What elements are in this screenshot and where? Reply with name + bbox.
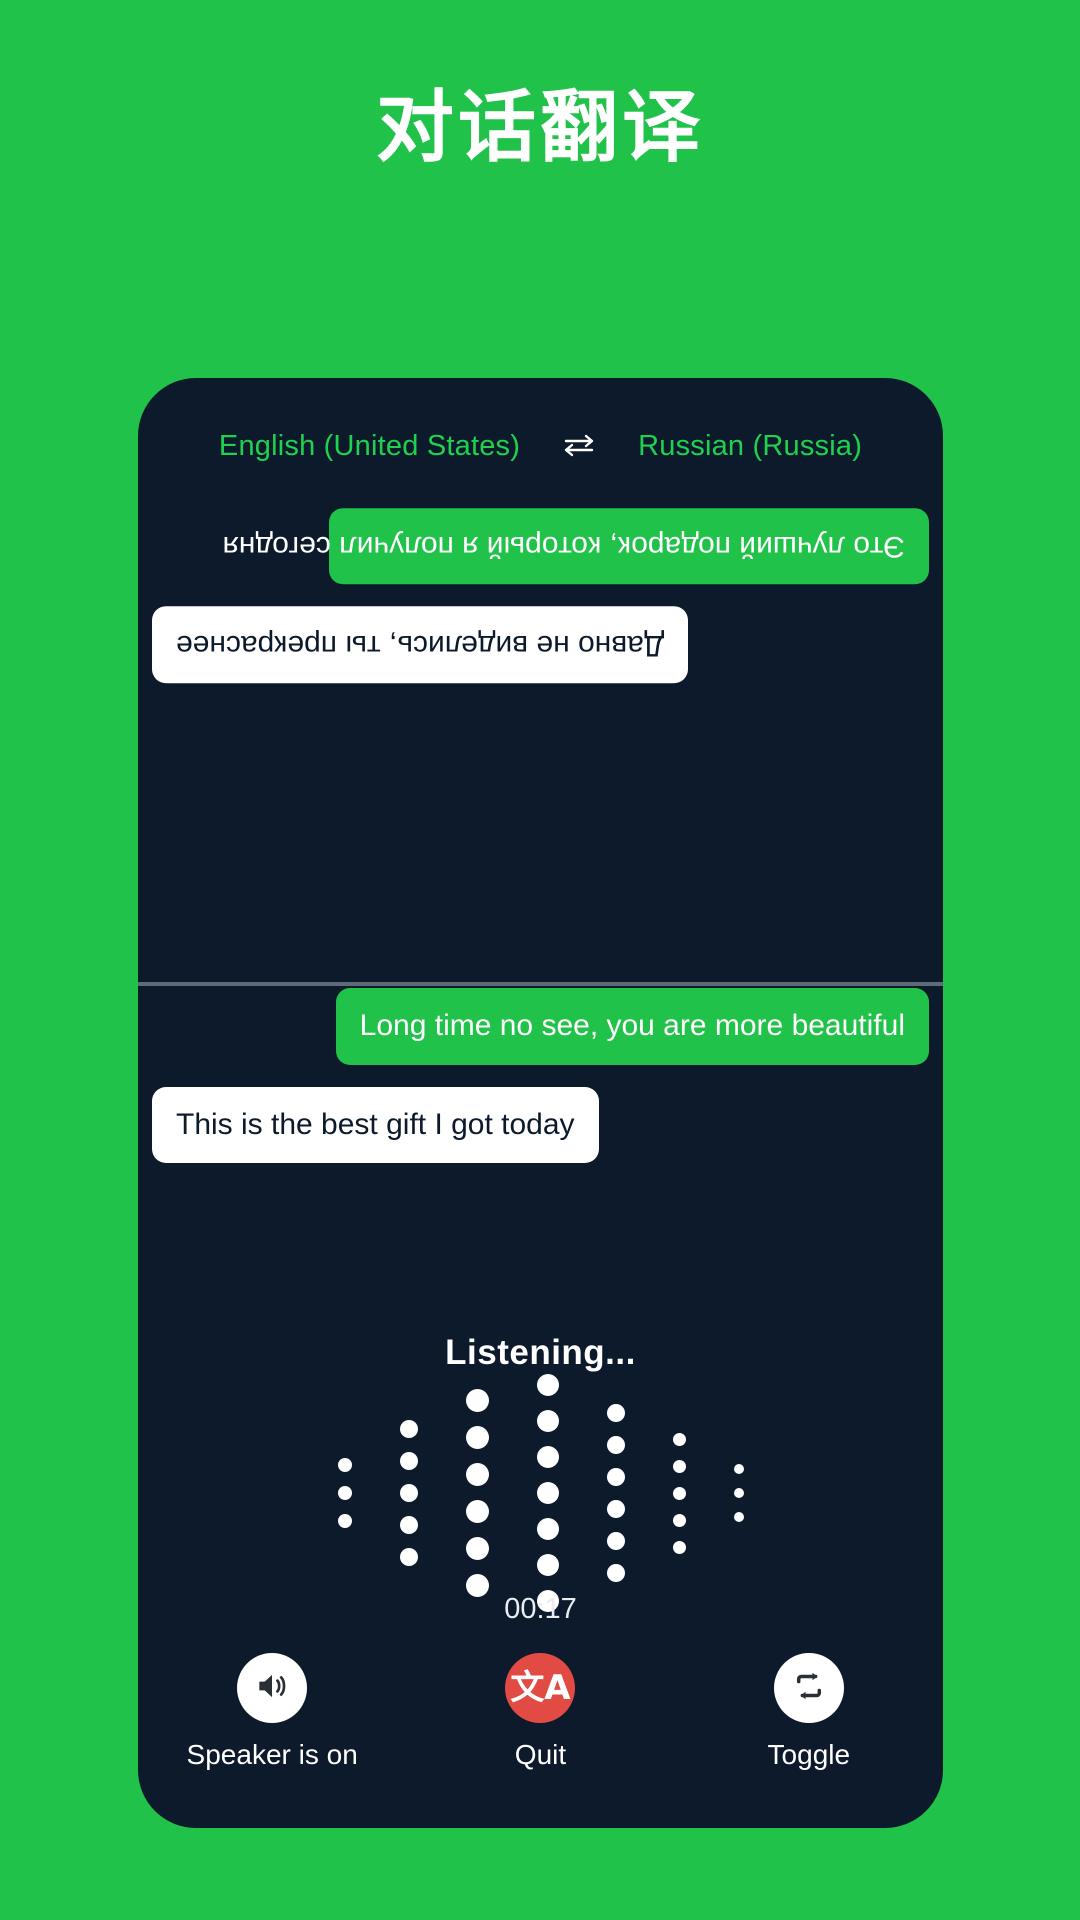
recording-timer: 00:17 — [504, 1593, 577, 1625]
waveform-dot — [337, 1458, 352, 1472]
target-language-selector[interactable]: Russian (Russia) — [638, 430, 862, 463]
local-message-stack: Long time no see, you are more beautiful… — [138, 988, 943, 1164]
waveform-dot — [536, 1482, 559, 1504]
remote-rotation-wrapper: Давно не виделись, ты прекраснее Это луч… — [138, 508, 943, 684]
waveform-dot — [672, 1540, 686, 1554]
message-bubble-local-2[interactable]: This is the best gift I got today — [152, 1086, 599, 1164]
waveform-dot — [672, 1459, 686, 1473]
toggle-button-circle[interactable] — [773, 1653, 844, 1723]
waveform-dot — [536, 1446, 559, 1468]
language-bar: English (United States) Russian (Russia) — [138, 430, 943, 463]
waveform-dot — [399, 1420, 418, 1438]
app-root: 对话翻译 English (United States) Russian (Ru… — [0, 0, 1080, 1920]
quit-button-circle[interactable]: 文A — [505, 1653, 576, 1723]
message-row: Это лучший подарок, который я получил се… — [138, 508, 943, 585]
message-bubble-remote-2[interactable]: Давно не виделись, ты прекраснее — [152, 606, 689, 684]
waveform-dot — [606, 1564, 625, 1582]
remote-conversation-pane: Давно не виделись, ты прекраснее Это луч… — [138, 508, 943, 983]
waveform-dot — [606, 1532, 625, 1550]
waveform-dot — [465, 1463, 489, 1486]
waveform-dot — [399, 1484, 418, 1502]
waveform-dot — [536, 1410, 559, 1432]
waveform-dot — [399, 1452, 418, 1470]
message-row: Long time no see, you are more beautiful — [138, 988, 943, 1065]
waveform-column — [733, 1464, 744, 1522]
waveform-dot — [337, 1514, 352, 1528]
waveform-column — [399, 1420, 418, 1566]
waveform-dot — [399, 1548, 418, 1566]
waveform-column — [536, 1374, 559, 1612]
translate-icon: 文A — [510, 1668, 571, 1708]
waveform-dot — [337, 1486, 352, 1500]
waveform-column — [672, 1432, 686, 1554]
waveform-dot — [606, 1468, 625, 1486]
waveform-dot — [465, 1537, 489, 1560]
local-conversation-pane: Long time no see, you are more beautiful… — [138, 988, 943, 1288]
speaker-button-label: Speaker is on — [186, 1739, 358, 1770]
message-bubble-local-1[interactable]: Long time no see, you are more beautiful — [335, 988, 929, 1065]
listening-status: Listening... — [445, 1333, 636, 1372]
waveform-dot — [606, 1436, 625, 1454]
source-language-selector[interactable]: English (United States) — [219, 430, 520, 463]
remote-message-stack: Давно не виделись, ты прекраснее Это луч… — [138, 508, 943, 684]
waveform-dot — [465, 1426, 489, 1449]
phone-card: English (United States) Russian (Russia)… — [138, 378, 943, 1828]
waveform-dot — [733, 1512, 744, 1522]
waveform-column — [465, 1389, 489, 1597]
speaker-button-circle[interactable] — [237, 1653, 308, 1723]
waveform-dot — [465, 1389, 489, 1412]
quit-button[interactable]: 文A Quit — [420, 1653, 660, 1771]
toggle-button[interactable]: Toggle — [689, 1653, 929, 1771]
waveform-dot — [465, 1500, 489, 1523]
message-row: Давно не виделись, ты прекраснее — [138, 606, 943, 684]
page-title: 对话翻译 — [375, 83, 704, 173]
waveform-dot — [536, 1518, 559, 1540]
toggle-button-label: Toggle — [767, 1739, 851, 1770]
waveform-dot — [536, 1374, 559, 1396]
pane-divider — [138, 982, 943, 986]
waveform-dot — [672, 1432, 686, 1446]
speaker-on-icon — [253, 1667, 291, 1710]
waveform-dot — [733, 1464, 744, 1474]
repeat-swap-icon — [790, 1667, 828, 1710]
waveform-dot — [672, 1486, 686, 1500]
swap-horizontal-icon[interactable] — [562, 433, 596, 457]
waveform-dot — [606, 1404, 625, 1422]
message-bubble-remote-1[interactable]: Это лучший подарок, который я получил се… — [223, 508, 929, 585]
waveform-dot — [606, 1500, 625, 1518]
waveform-column — [337, 1458, 352, 1528]
speaker-button[interactable]: Speaker is on — [152, 1653, 392, 1771]
waveform-dot — [672, 1513, 686, 1527]
waveform-dot — [733, 1488, 744, 1498]
bottom-controls: Speaker is on 文A Quit Toggle — [138, 1653, 943, 1771]
message-row: This is the best gift I got today — [138, 1086, 943, 1164]
waveform-column — [606, 1404, 625, 1582]
waveform-dot — [536, 1554, 559, 1576]
waveform-dot — [399, 1516, 418, 1534]
quit-button-label: Quit — [514, 1739, 567, 1770]
audio-waveform-visualizer — [138, 1374, 943, 1612]
